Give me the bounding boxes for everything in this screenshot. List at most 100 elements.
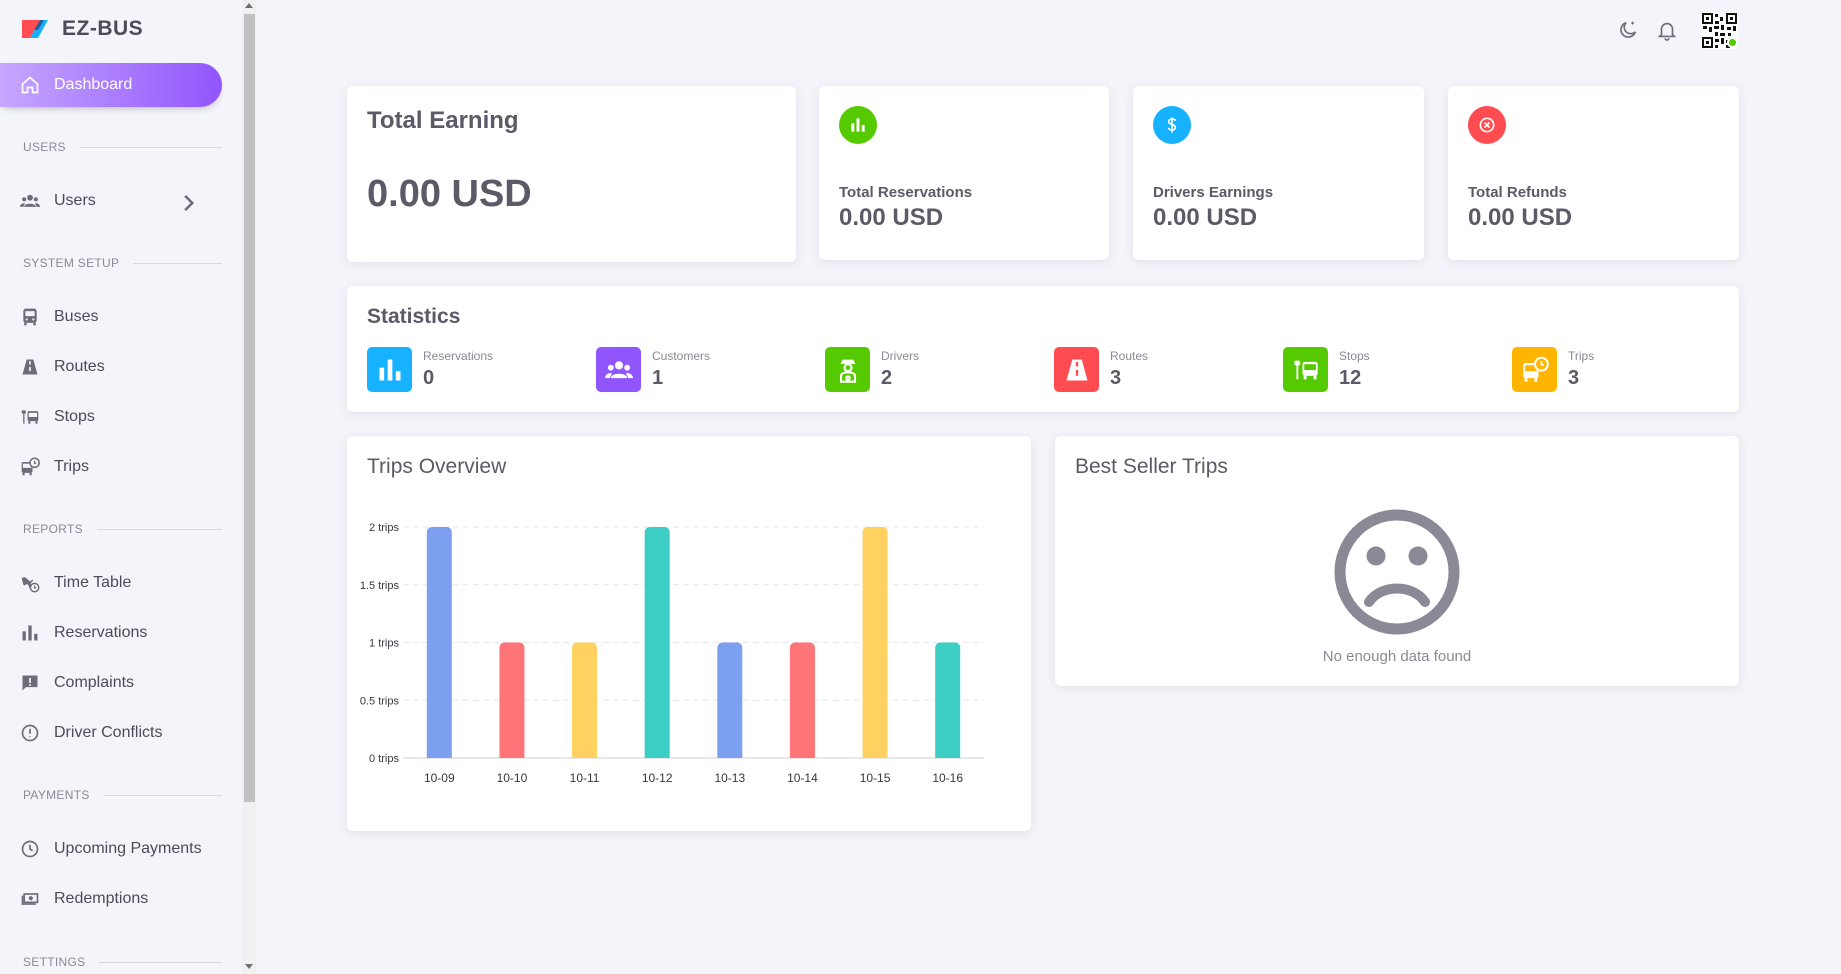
moon-icon[interactable]: [1617, 19, 1639, 41]
chart-bar: [935, 642, 961, 758]
y-tick-label: 1.5 trips: [360, 580, 400, 592]
scroll-down-arrow-icon[interactable]: [245, 964, 253, 969]
section-header-system-setup: SYSTEM SETUP: [23, 256, 222, 270]
stat-value: 1: [652, 367, 664, 389]
statistics-title: Statistics: [367, 305, 461, 328]
stat-routes: Routes 3: [1054, 347, 1148, 392]
sidebar-item-routes[interactable]: Routes: [0, 347, 222, 387]
chart-bar: [717, 642, 743, 758]
x-tick-label: 10-15: [860, 771, 891, 785]
stat-value: 0: [423, 367, 435, 389]
stat-value: 3: [1568, 367, 1580, 389]
sidebar-item-label: Buses: [54, 308, 99, 325]
alert-circle-icon: [21, 724, 39, 742]
chart-bar-base: [644, 753, 670, 758]
x-tick-label: 10-11: [570, 771, 600, 785]
stat-value: 12: [1339, 367, 1362, 389]
sidebar-item-redemptions[interactable]: Redemptions: [0, 879, 222, 919]
brand-logo-icon: [22, 20, 48, 38]
chart-bar: [862, 527, 888, 758]
close-circle-icon: [1468, 106, 1506, 144]
chevron-right-icon: [184, 194, 195, 212]
stat-value: 2: [881, 367, 893, 389]
drivers-earnings-card: Drivers Earnings 0.00 USD: [1133, 86, 1424, 260]
message-alert-icon: [22, 675, 38, 691]
home-icon: [21, 76, 39, 94]
sidebar-item-label: Time Table: [54, 574, 132, 591]
chart-bar-base: [572, 753, 598, 758]
divider: [99, 961, 222, 963]
sidebar-item-label: Stops: [54, 408, 95, 425]
sidebar-item-upcoming-payments[interactable]: Upcoming Payments: [0, 829, 222, 869]
sidebar-item-time-table[interactable]: Time Table: [0, 563, 222, 603]
best-seller-card: Best Seller Trips No enough data found: [1055, 436, 1739, 686]
section-header-settings: SETTINGS: [23, 955, 222, 969]
bar-chart-icon: [22, 625, 38, 641]
stat-stops: Stops 12: [1283, 347, 1370, 392]
sidebar-item-driver-conflicts[interactable]: Driver Conflicts: [0, 713, 222, 753]
card-value: 0.00 USD: [1153, 204, 1258, 231]
card-value: 0.00 USD: [1468, 204, 1573, 231]
chart-bar: [426, 527, 452, 758]
sidebar-item-label: Reservations: [54, 624, 148, 641]
sidebar-item-dashboard[interactable]: Dashboard: [0, 63, 222, 107]
stat-trips: Trips 3: [1512, 347, 1594, 392]
chart-bar-base: [862, 753, 888, 758]
section-header-payments: PAYMENTS: [23, 788, 222, 802]
sidebar-item-complaints[interactable]: Complaints: [0, 663, 222, 703]
card-title: Total Earning: [367, 107, 519, 134]
section-header-reports: REPORTS: [23, 522, 222, 536]
sidebar-item-users[interactable]: Users: [0, 181, 222, 221]
total-earning-value: 0.00 USD: [367, 173, 532, 215]
sidebar-scrollbar-thumb[interactable]: [244, 14, 255, 802]
divider: [133, 262, 222, 264]
bar-chart-icon: [367, 347, 412, 392]
bell-icon[interactable]: [1656, 19, 1678, 41]
stat-label: Stops: [1339, 349, 1370, 363]
x-tick-label: 10-09: [424, 771, 455, 785]
online-status-dot: [1727, 37, 1738, 48]
x-tick-label: 10-13: [714, 771, 745, 785]
stat-label: Trips: [1568, 349, 1595, 363]
sidebar-item-buses[interactable]: Buses: [0, 297, 222, 337]
y-tick-label: 0 trips: [369, 753, 399, 765]
card-label: Total Refunds: [1468, 184, 1567, 201]
chart-bar: [572, 642, 598, 758]
sidebar-item-stops[interactable]: Stops: [0, 397, 222, 437]
panel-title: Best Seller Trips: [1075, 455, 1228, 478]
stat-label: Drivers: [881, 349, 919, 363]
trips-overview-chart: 0 trips 0.5 trips 1 trips 1.5 trips 2 trips 1…: [360, 522, 984, 785]
chart-bar: [499, 642, 525, 758]
chart-bar-base: [789, 753, 815, 758]
sidebar-item-label: Trips: [54, 458, 89, 475]
bar-chart-icon: [839, 106, 877, 144]
x-tick-label: 10-16: [932, 771, 963, 785]
bus-clock-icon: [1512, 347, 1557, 392]
section-title: REPORTS: [23, 522, 83, 536]
stat-drivers: Drivers 2: [825, 347, 919, 392]
total-refunds-card: Total Refunds 0.00 USD: [1448, 86, 1739, 260]
users-icon: [20, 194, 40, 207]
divider: [96, 528, 222, 530]
brand[interactable]: EZ-BUS: [20, 17, 143, 41]
chart-bar-base: [935, 753, 961, 758]
road-icon: [22, 359, 38, 375]
chart-bar-base: [499, 753, 525, 758]
bus-stop-icon: [1283, 347, 1328, 392]
stat-reservations: Reservations 0: [367, 347, 493, 392]
card-label: Total Reservations: [839, 184, 973, 201]
sidebar-item-reservations[interactable]: Reservations: [0, 613, 222, 653]
card-value: 0.00 USD: [839, 204, 944, 231]
sidebar-item-label: Upcoming Payments: [54, 840, 202, 857]
chart-bar: [789, 642, 815, 758]
sidebar-item-trips[interactable]: Trips: [0, 447, 222, 487]
users-icon: [596, 347, 641, 392]
x-tick-label: 10-12: [642, 771, 673, 785]
stat-value: 3: [1110, 367, 1122, 389]
scroll-up-arrow-icon[interactable]: [245, 3, 253, 8]
sad-face-icon: [1334, 509, 1460, 635]
y-tick-label: 2 trips: [369, 522, 399, 534]
x-tick-label: 10-14: [787, 771, 818, 785]
section-title: SYSTEM SETUP: [23, 256, 120, 270]
bus-stop-icon: [21, 410, 39, 424]
